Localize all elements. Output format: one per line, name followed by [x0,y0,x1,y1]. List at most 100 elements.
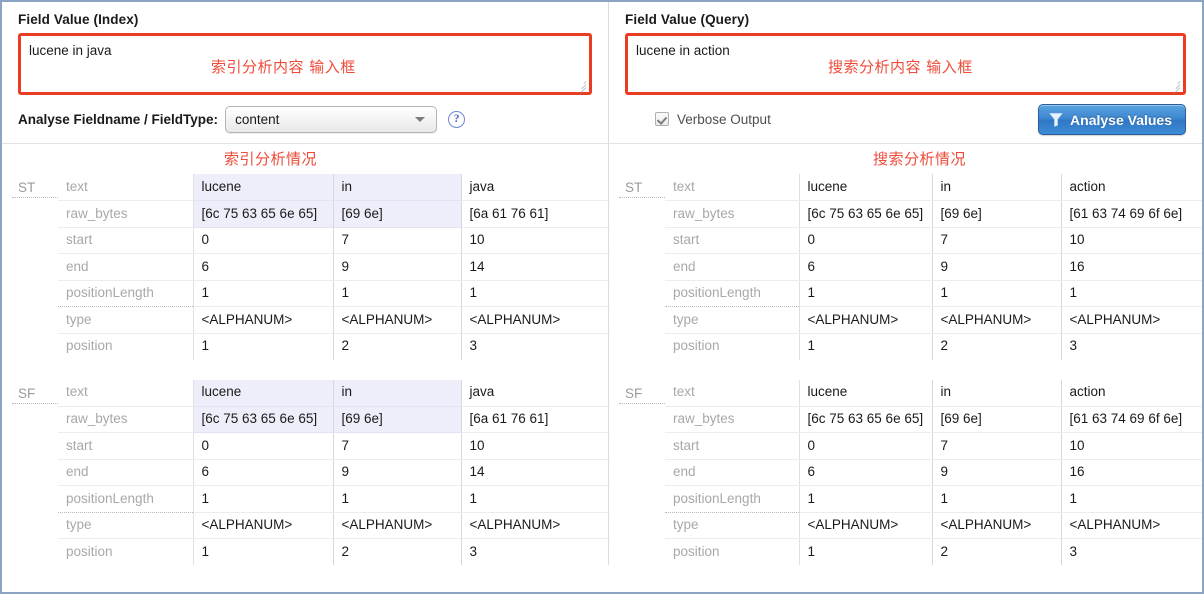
analysis-table: text lucene in java raw_bytes [6c 75 63 65 6e… [58,379,610,566]
token-value-cell: 1 [799,538,933,566]
token-value-cell: 1 [193,280,334,308]
analysis-block-tag[interactable]: ST [12,174,58,199]
analysis-table: text lucene in action raw_bytes [6c 75 63 65 … [665,379,1202,566]
attribute-name-cell: position [665,538,800,566]
index-field-textarea[interactable]: lucene in java 索引分析内容 输入框 [18,33,592,96]
analyse-values-label: Analyse Values [1070,111,1172,128]
token-value-cell: 10 [1061,432,1202,460]
query-field-label: Field Value (Query) [625,12,750,27]
query-panel-header: Field Value (Query) lucene in action 搜索分… [608,2,1202,96]
fieldname-select[interactable]: content [225,105,438,133]
token-value-cell: <ALPHANUM> [799,306,933,334]
checkbox-checked-icon[interactable] [655,112,669,127]
section-annotation-row: 索引分析情况 搜索分析情况 [2,144,1202,175]
attribute-name-cell: raw_bytes [58,406,194,434]
token-value-cell: 9 [333,459,462,487]
analysis-table: text lucene in java raw_bytes [6c 75 63 65 6e… [58,174,610,360]
table-row: end 6 9 14 [58,253,610,281]
token-value-cell: [6c 75 63 65 6e 65] [193,200,334,228]
token-value-cell: 16 [1061,459,1202,487]
verbose-output-checkbox[interactable]: Verbose Output [655,112,771,127]
token-value-cell: 6 [799,253,933,281]
analysis-block: SF text lucene in java raw_bytes [6c 75 63 65 … [2,379,610,566]
query-field-annotation: 搜索分析内容 输入框 [828,58,973,77]
token-value-cell: [6c 75 63 65 6e 65] [799,200,933,228]
attribute-name-cell: text [665,379,800,407]
token-value-cell: [69 6e] [333,406,462,434]
token-value-cell: 0 [799,432,933,460]
table-row: raw_bytes [6c 75 63 65 6e 65] [69 6e] [6a 6… [58,200,610,228]
attribute-name-cell: start [665,227,800,255]
table-row: raw_bytes [6c 75 63 65 6e 65] [69 6e] [6a 6… [58,406,610,434]
table-row: type <ALPHANUM> <ALPHANUM> <ALPHANUM> [58,306,610,334]
analysis-block-tag[interactable]: ST [619,174,665,199]
index-analysis-blocks: ST text lucene in java raw_bytes [6c 75 63 65 … [2,174,610,566]
token-value-cell: [69 6e] [932,200,1062,228]
funnel-icon [1049,113,1063,127]
query-toolbar: Verbose Output Analyse Values [608,95,1202,144]
token-value-cell: 0 [193,432,334,460]
token-value-cell: <ALPHANUM> [932,306,1062,334]
token-value-cell: 2 [333,538,462,566]
attribute-name-cell: type [58,306,194,334]
index-field-annotation: 索引分析内容 输入框 [211,58,356,77]
table-row: raw_bytes [6c 75 63 65 6e 65] [69 6e] [61 6… [665,406,1202,434]
token-value-cell: 3 [1069,543,1078,559]
resize-grip-icon[interactable] [1169,79,1181,95]
token-value-cell: <ALPHANUM> [1061,512,1202,540]
token-value-cell: 1 [193,538,334,566]
attribute-name-cell: text [58,174,194,202]
token-value-cell: 1 [461,280,610,308]
token-value-cell: action [1061,379,1202,407]
attribute-name-cell: type [665,512,800,540]
token-value-cell: lucene [193,174,334,202]
query-field-value: lucene in action [636,43,730,59]
attribute-name-cell: positionLength [58,280,194,308]
analysis-block: ST text lucene in action raw_bytes [6c 75 63 6… [609,174,1202,360]
token-value-cell: 3 [1069,338,1078,354]
index-toolbar: Analyse Fieldname / FieldType: content ? [2,95,608,143]
token-value-cell: [6a 61 76 61] [461,200,610,228]
token-value-cell: lucene [193,379,334,407]
token-value-cell: java [461,379,610,407]
analysis-block: ST text lucene in java raw_bytes [6c 75 63 65 … [2,174,610,360]
analyse-values-button[interactable]: Analyse Values [1038,104,1186,136]
token-value-cell: 1 [193,333,334,360]
attribute-name-cell: position [58,538,194,566]
analysis-block-tag[interactable]: SF [619,380,665,404]
table-row: position 1 2 3 [665,333,1202,360]
token-value-cell: 9 [333,253,462,281]
index-panel-header: Field Value (Index) lucene in java 索引分析内… [2,2,608,96]
attribute-name-cell: end [665,253,800,281]
token-value-cell: 1 [193,485,334,513]
fieldname-label: Analyse Fieldname / FieldType: [18,111,219,127]
table-row: position 1 2 3 [58,538,610,566]
fieldname-toolbar: Analyse Fieldname / FieldType: content ? [2,95,608,143]
token-value-cell: <ALPHANUM> [461,512,610,540]
table-row: type <ALPHANUM> <ALPHANUM> <ALPHANUM> [665,306,1202,334]
token-value-cell: 6 [799,459,933,487]
token-value-cell: 1 [1061,485,1202,513]
resize-grip-icon[interactable] [575,79,587,95]
help-icon[interactable]: ? [448,110,466,128]
table-row: text lucene in action [665,379,1202,407]
query-field-section: Field Value (Query) lucene in action 搜索分… [609,2,1202,96]
token-value-cell: 1 [799,485,933,513]
index-analysis-panel: ST text lucene in java raw_bytes [6c 75 63 65 … [2,174,610,566]
fieldname-select-value: content [235,111,280,127]
chevron-down-icon [415,117,426,123]
attribute-name-cell: position [58,333,194,360]
token-value-cell: 0 [799,227,933,255]
table-row: end 6 9 16 [665,459,1202,487]
analysis-block-tag[interactable]: SF [12,380,58,404]
token-value-cell: <ALPHANUM> [333,512,462,540]
index-field-section: Field Value (Index) lucene in java 索引分析内… [2,2,608,96]
attribute-name-cell: start [665,432,800,460]
index-field-value: lucene in java [29,43,112,59]
token-value-cell: <ALPHANUM> [932,512,1062,540]
attribute-name-cell: positionLength [665,485,800,513]
table-row: start 0 7 10 [58,432,610,460]
token-value-cell: 0 [193,227,334,255]
query-field-textarea[interactable]: lucene in action 搜索分析内容 输入框 [625,33,1186,96]
analysis-page: Field Value (Index) lucene in java 索引分析内… [0,0,1204,594]
